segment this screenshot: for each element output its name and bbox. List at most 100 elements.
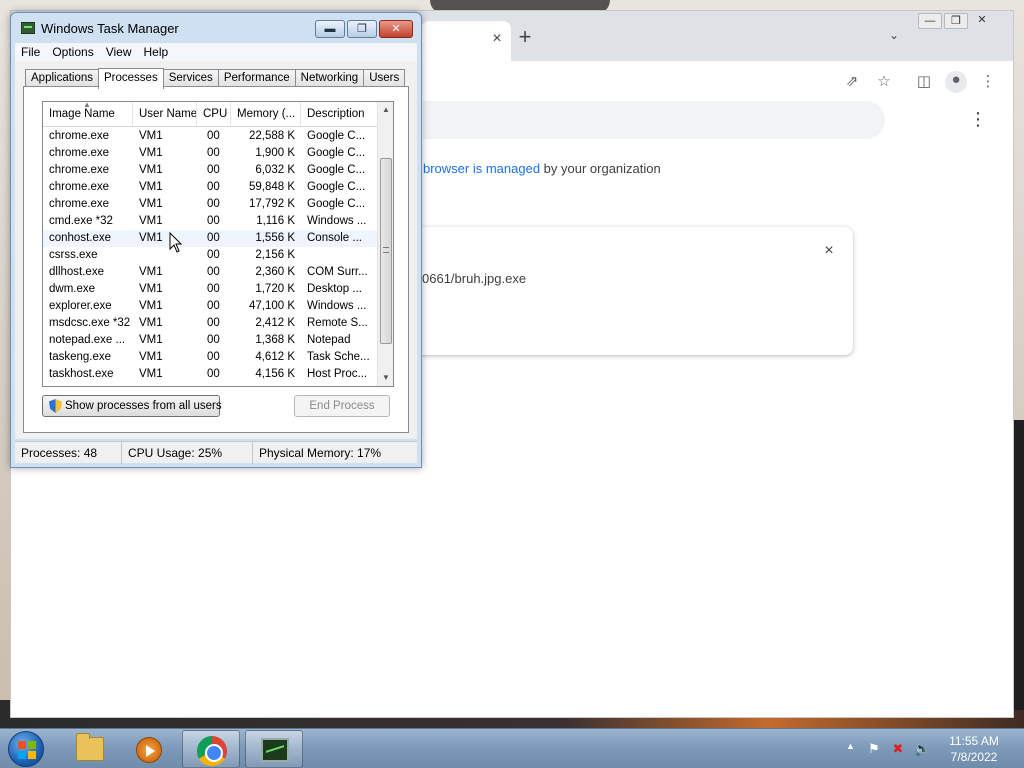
- network-disconnected-icon[interactable]: ✖: [890, 741, 906, 757]
- column-description[interactable]: Description: [301, 102, 379, 127]
- download-file-path: 0661/bruh.jpg.exe: [422, 271, 527, 286]
- column-memory[interactable]: Memory (...: [231, 102, 301, 127]
- scroll-thumb[interactable]: [380, 158, 392, 344]
- managed-notice: browser is managed by your organization: [423, 161, 661, 176]
- chrome-minimize-button[interactable]: —: [918, 13, 942, 29]
- column-cpu[interactable]: CPU: [197, 102, 231, 127]
- table-row[interactable]: taskeng.exe VM1 00 4,612 K Task Sche...: [43, 349, 379, 366]
- table-row[interactable]: chrome.exe VM1 00 59,848 K Google C...: [43, 179, 379, 196]
- taskbar-media-player[interactable]: [120, 730, 178, 768]
- process-list[interactable]: ▲ Image Name User Name CPU Memory (... D…: [42, 101, 394, 387]
- process-user: VM1: [139, 368, 163, 380]
- taskbar-task-manager[interactable]: [245, 730, 303, 768]
- scroll-down-arrow-icon[interactable]: ▼: [378, 370, 393, 386]
- table-row[interactable]: conhost.exe VM1 00 1,556 K Console ...: [43, 230, 379, 247]
- process-name: chrome.exe: [49, 130, 110, 142]
- process-description: Google C...: [307, 198, 366, 210]
- uac-shield-icon: [49, 399, 62, 413]
- status-bar: Processes: 48 CPU Usage: 25% Physical Me…: [15, 441, 417, 464]
- table-row[interactable]: explorer.exe VM1 00 47,100 K Windows ...: [43, 298, 379, 315]
- clock[interactable]: 11:55 AM 7/8/2022: [934, 733, 1014, 765]
- action-center-flag-icon[interactable]: ⚑: [866, 741, 882, 757]
- process-description: Google C...: [307, 164, 366, 176]
- table-row[interactable]: notepad.exe ... VM1 00 1,368 K Notepad: [43, 332, 379, 349]
- process-cpu: 00: [207, 130, 220, 142]
- bookmark-star-icon[interactable]: ☆: [875, 73, 893, 91]
- chrome-restore-button[interactable]: ❐: [944, 13, 968, 29]
- process-memory: 4,612 K: [255, 351, 295, 363]
- process-description: Google C...: [307, 147, 366, 159]
- process-cpu: 00: [207, 334, 220, 346]
- close-button[interactable]: ✕: [379, 20, 413, 38]
- mouse-cursor-icon: [169, 232, 183, 253]
- end-process-button[interactable]: End Process: [294, 395, 390, 417]
- maximize-button[interactable]: ❐: [347, 20, 377, 38]
- table-row[interactable]: msdcsc.exe *32 VM1 00 2,412 K Remote S...: [43, 315, 379, 332]
- managed-link[interactable]: browser is managed: [423, 161, 540, 176]
- menu-options[interactable]: Options: [46, 43, 99, 61]
- tab-applications[interactable]: Applications: [25, 69, 100, 87]
- table-row[interactable]: chrome.exe VM1 00 6,032 K Google C...: [43, 162, 379, 179]
- taskbar: ▲ ⚑ ✖ 🔈 11:55 AM 7/8/2022: [0, 728, 1024, 768]
- menu-view[interactable]: View: [100, 43, 138, 61]
- table-row[interactable]: csrss.exe 00 2,156 K: [43, 247, 379, 264]
- tab-close-icon[interactable]: ×: [489, 31, 505, 47]
- vertical-scrollbar[interactable]: ▲ ▼: [377, 102, 393, 386]
- minimize-button[interactable]: ▬: [315, 20, 345, 38]
- task-manager-window[interactable]: Windows Task Manager ▬ ❐ ✕ File Options Vi…: [10, 12, 422, 468]
- tab-search-icon[interactable]: ⌄: [886, 28, 902, 44]
- show-hidden-icons-icon[interactable]: ▲: [846, 741, 855, 751]
- process-memory: 1,116 K: [256, 215, 295, 227]
- process-cpu: 00: [207, 198, 220, 210]
- close-icon[interactable]: ×: [821, 243, 837, 259]
- process-description: Console ...: [307, 232, 362, 244]
- profile-avatar-icon[interactable]: ●: [945, 71, 967, 93]
- process-user: VM1: [139, 232, 163, 244]
- taskbar-explorer[interactable]: [60, 730, 118, 768]
- side-panel-icon[interactable]: ◫: [915, 73, 933, 91]
- show-all-users-label: Show processes from all users: [65, 400, 222, 412]
- process-memory: 1,556 K: [255, 232, 295, 244]
- start-button[interactable]: [8, 731, 44, 767]
- process-description: Desktop ...: [307, 283, 362, 295]
- processes-panel: ▲ Image Name User Name CPU Memory (... D…: [23, 86, 409, 433]
- status-processes: Processes: 48: [15, 442, 122, 464]
- table-row[interactable]: chrome.exe VM1 00 1,900 K Google C...: [43, 145, 379, 162]
- show-all-users-button[interactable]: Show processes from all users: [42, 395, 222, 417]
- new-tab-button[interactable]: +: [513, 25, 537, 49]
- chrome-menu-icon[interactable]: ⋮: [979, 73, 997, 91]
- column-image-name[interactable]: ▲ Image Name: [43, 102, 133, 127]
- table-row[interactable]: chrome.exe VM1 00 22,588 K Google C...: [43, 128, 379, 145]
- volume-icon[interactable]: 🔈: [914, 741, 930, 757]
- table-row[interactable]: chrome.exe VM1 00 17,792 K Google C...: [43, 196, 379, 213]
- title-bar[interactable]: Windows Task Manager ▬ ❐ ✕: [11, 13, 421, 43]
- process-user: VM1: [139, 198, 163, 210]
- tab-services[interactable]: Services: [162, 69, 219, 87]
- share-icon[interactable]: ⇗: [843, 73, 861, 91]
- table-row[interactable]: dllhost.exe VM1 00 2,360 K COM Surr...: [43, 264, 379, 281]
- process-name: taskhost.exe: [49, 368, 114, 380]
- table-row[interactable]: dwm.exe VM1 00 1,720 K Desktop ...: [43, 281, 379, 298]
- tab-processes[interactable]: Processes: [98, 68, 164, 89]
- table-row[interactable]: cmd.exe *32 VM1 00 1,116 K Windows ...: [43, 213, 379, 230]
- process-cpu: 00: [207, 181, 220, 193]
- process-description: Remote S...: [307, 317, 368, 329]
- tab-performance[interactable]: Performance: [217, 69, 296, 87]
- more-options-icon[interactable]: ⋮: [969, 107, 987, 131]
- tab-networking[interactable]: Networking: [294, 69, 365, 87]
- chrome-close-button[interactable]: ✕: [970, 13, 994, 29]
- taskbar-chrome[interactable]: [182, 730, 240, 768]
- status-physical-memory: Physical Memory: 17%: [259, 446, 382, 460]
- process-user: VM1: [139, 181, 163, 193]
- column-user-name[interactable]: User Name: [133, 102, 197, 127]
- process-cpu: 00: [207, 283, 220, 295]
- new-tab-search-box[interactable]: [423, 101, 885, 139]
- scroll-up-arrow-icon[interactable]: ▲: [378, 102, 393, 118]
- chrome-tab[interactable]: ×: [421, 21, 511, 61]
- menu-file[interactable]: File: [15, 43, 46, 61]
- table-row[interactable]: taskhost.exe VM1 00 4,156 K Host Proc...: [43, 366, 379, 383]
- process-user: VM1: [139, 283, 163, 295]
- process-name: csrss.exe: [49, 249, 98, 261]
- menu-help[interactable]: Help: [138, 43, 175, 61]
- tab-users[interactable]: Users: [363, 69, 406, 87]
